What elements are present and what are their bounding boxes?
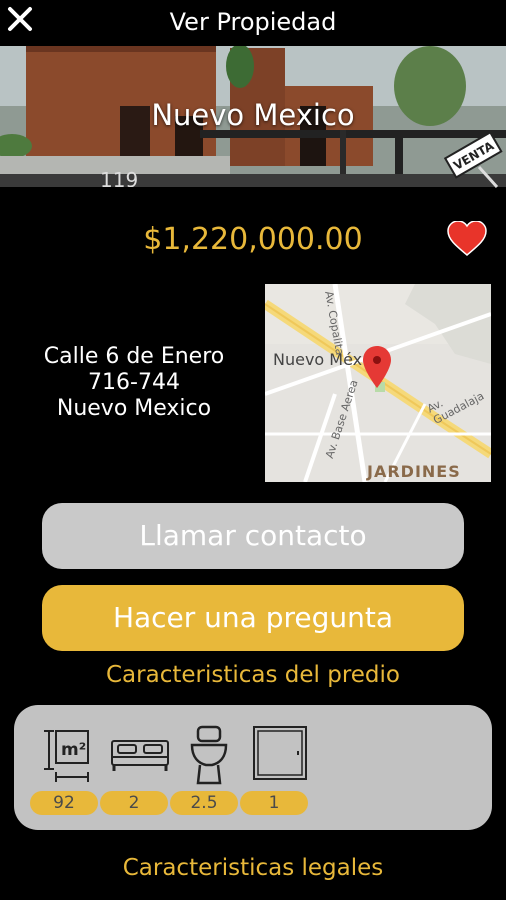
door-icon [253, 726, 307, 780]
feature-bathrooms-value: 2.5 [170, 791, 238, 815]
page-title: Ver Propiedad [169, 8, 337, 36]
ask-question-button[interactable]: Hacer una pregunta [42, 585, 464, 651]
feature-doors-value: 1 [240, 791, 308, 815]
feature-area-value: 92 [30, 791, 98, 815]
property-price: $1,220,000.00 [143, 222, 363, 257]
map-label-area: Nuevo Méx [273, 350, 363, 369]
features-panel: m² 92 2 2.5 1 [14, 705, 492, 830]
svg-text:m²: m² [61, 740, 86, 760]
bed-icon [111, 740, 169, 771]
address-street: Calle 6 de Enero [43, 344, 225, 369]
heart-icon [447, 220, 487, 256]
property-address: Calle 6 de Enero 716-744 Nuevo Mexico [20, 344, 248, 422]
address-area: Nuevo Mexico [56, 396, 212, 421]
location-map[interactable]: Nuevo Méx JARDINES Av. Copalita Av. Guad… [265, 284, 491, 482]
svg-text:119: 119 [100, 168, 138, 187]
sale-sign-icon: VENTA [443, 133, 503, 189]
section-title-legal: Caracteristicas legales [122, 855, 384, 881]
toilet-icon [190, 725, 228, 785]
top-bar: Ver Propiedad [0, 0, 506, 46]
favorite-button[interactable] [447, 220, 487, 257]
property-photo: 119 Nuevo Mexico [0, 46, 506, 187]
property-name: Nuevo Mexico [151, 98, 355, 132]
feature-bedrooms-value: 2 [100, 791, 168, 815]
map-label-district: JARDINES [367, 462, 461, 481]
call-contact-button[interactable]: Llamar contacto [42, 503, 464, 569]
section-title-predio: Caracteristicas del predio [105, 662, 400, 688]
address-number: 716-744 [88, 370, 180, 395]
area-m2-icon: m² [44, 730, 89, 782]
